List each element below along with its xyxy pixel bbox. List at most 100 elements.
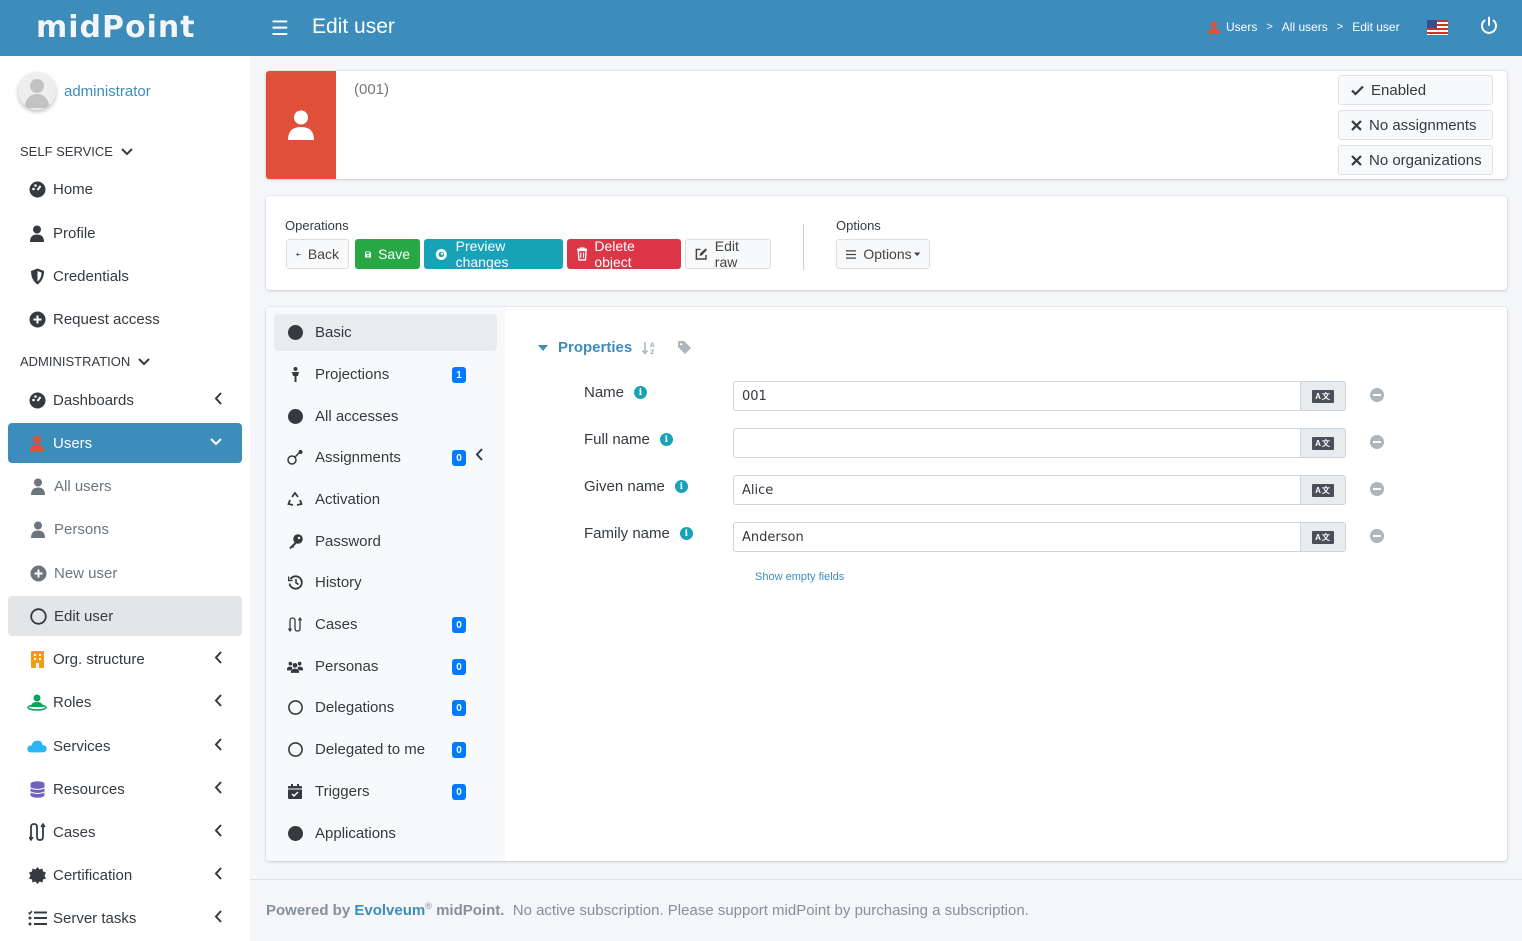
back-button[interactable]: Back — [286, 239, 349, 269]
user-details-panel: Basic Projections 1 All accesses Assignm… — [266, 307, 1507, 861]
field-label-name: Name i — [584, 384, 648, 401]
breadcrumb-all-users[interactable]: All users — [1282, 20, 1328, 34]
options-dropdown-button[interactable]: Options — [836, 239, 930, 269]
tab-activation[interactable]: Activation — [274, 481, 497, 518]
sidebar-item-server-tasks[interactable]: Server tasks — [8, 898, 242, 938]
caret-down-icon[interactable] — [538, 344, 548, 351]
sidebar-item-home[interactable]: Home — [8, 169, 242, 209]
building-icon — [27, 650, 47, 668]
nav-label: Credentials — [53, 267, 129, 285]
tab-triggers[interactable]: Triggers 0 — [274, 773, 497, 810]
save-button[interactable]: Save — [355, 239, 420, 269]
sidebar-item-all-users[interactable]: All users — [8, 466, 242, 506]
tab-delegated-to-me[interactable]: Delegated to me 0 — [274, 731, 497, 768]
remove-value-icon[interactable] — [1370, 388, 1384, 402]
polystring-translate-button[interactable]: A文 — [1301, 522, 1346, 552]
sidebar-item-profile[interactable]: Profile — [8, 213, 242, 253]
sidebar-item-new-user[interactable]: New user — [8, 553, 242, 593]
breadcrumb-separator: > — [1336, 21, 1344, 33]
properties-header[interactable]: Properties AZ — [538, 339, 692, 356]
tab-label: Password — [315, 533, 381, 550]
circle-icon — [28, 607, 48, 625]
tab-cases[interactable]: Cases 0 — [274, 606, 497, 643]
sidebar-item-edit-user[interactable]: Edit user — [8, 596, 242, 636]
sidebar-item-roles[interactable]: Roles — [8, 682, 242, 722]
sidebar-item-services[interactable]: Services — [8, 726, 242, 766]
save-icon — [365, 250, 372, 258]
page-title: Edit user — [312, 15, 395, 38]
edit-raw-button[interactable]: Edit raw — [685, 238, 771, 270]
section-self-service[interactable]: SELF SERVICE — [20, 144, 133, 159]
full-name-input[interactable] — [733, 428, 1301, 458]
preview-changes-button[interactable]: Preview changes — [424, 238, 563, 270]
remove-value-icon[interactable] — [1370, 482, 1384, 496]
tab-delegations[interactable]: Delegations 0 — [274, 689, 497, 726]
status-tag-no-organizations: No organizations — [1338, 145, 1493, 175]
sidebar-item-request-access[interactable]: Request access — [8, 299, 242, 339]
given-name-input[interactable] — [733, 475, 1301, 505]
menu-toggle-icon[interactable]: ☰ — [271, 16, 289, 41]
count-badge: 0 — [452, 784, 466, 800]
info-icon[interactable]: i — [634, 386, 648, 399]
polystring-translate-button[interactable]: A文 — [1301, 428, 1346, 458]
section-label: ADMINISTRATION — [20, 354, 131, 369]
cases-icon — [287, 617, 303, 632]
user-panel[interactable]: administrator — [18, 72, 151, 110]
sidebar-item-cases[interactable]: Cases — [8, 812, 242, 852]
tab-history[interactable]: History — [274, 564, 497, 601]
info-icon[interactable]: i — [674, 480, 688, 493]
remove-value-icon[interactable] — [1370, 435, 1384, 449]
sidebar-item-users[interactable]: Users — [8, 423, 242, 463]
top-navbar: midPoint ☰ Edit user Users > All users > E… — [0, 0, 1522, 56]
evolveum-link[interactable]: Evolveum — [354, 902, 425, 919]
remove-value-icon[interactable] — [1370, 529, 1384, 543]
circle-icon — [287, 700, 303, 715]
nav-label: Resources — [53, 780, 125, 798]
sidebar-item-org-structure[interactable]: Org. structure — [8, 639, 242, 679]
registered-mark: ® — [425, 901, 432, 911]
tab-basic[interactable]: Basic — [274, 314, 497, 351]
tab-label: Basic — [315, 324, 352, 341]
tab-label: Projections — [315, 366, 390, 383]
nav-label: Dashboards — [53, 391, 134, 409]
chevron-down-icon — [121, 147, 133, 155]
sort-alpha-icon[interactable]: AZ — [642, 341, 656, 355]
tab-projections[interactable]: Projections 1 — [274, 356, 497, 393]
info-icon[interactable]: i — [679, 527, 693, 540]
sidebar-item-certification[interactable]: Certification — [8, 855, 242, 895]
us-flag-icon[interactable] — [1427, 20, 1448, 35]
polystring-translate-button[interactable]: A文 — [1301, 381, 1346, 411]
breadcrumb-users[interactable]: Users — [1226, 20, 1257, 34]
user-name[interactable]: administrator — [64, 83, 151, 100]
chevron-left-icon[interactable] — [475, 448, 483, 461]
caret-down-icon — [913, 252, 920, 256]
tag-icon[interactable] — [678, 341, 692, 354]
label-text: Family name — [584, 525, 670, 542]
tab-personas[interactable]: Personas 0 — [274, 648, 497, 685]
sidebar-item-persons[interactable]: Persons — [8, 509, 242, 549]
midpoint-logo[interactable]: midPoint — [36, 10, 196, 45]
section-administration[interactable]: ADMINISTRATION — [20, 354, 150, 369]
tab-assignments[interactable]: Assignments 0 — [274, 439, 497, 476]
tab-password[interactable]: Password — [274, 523, 497, 560]
power-icon[interactable] — [1478, 15, 1500, 37]
name-input[interactable] — [733, 381, 1301, 411]
status-tag-no-assignments: No assignments — [1338, 110, 1493, 140]
sidebar-item-credentials[interactable]: Credentials — [8, 256, 242, 296]
language-icon: A文 — [1312, 389, 1334, 403]
tab-label: Assignments — [315, 449, 401, 466]
tab-applications[interactable]: Applications — [274, 815, 497, 852]
tab-label: Personas — [315, 658, 379, 675]
sidebar-item-resources[interactable]: Resources — [8, 769, 242, 809]
sidebar-item-dashboards[interactable]: Dashboards — [8, 380, 242, 420]
tab-label: Activation — [315, 491, 381, 508]
role-icon — [27, 694, 47, 711]
tab-all-accesses[interactable]: All accesses — [274, 398, 497, 435]
label-text: Given name — [584, 478, 665, 495]
polystring-translate-button[interactable]: A文 — [1301, 475, 1346, 505]
family-name-input[interactable] — [733, 522, 1301, 552]
info-icon[interactable]: i — [659, 433, 673, 446]
nav-label: Org. structure — [53, 650, 145, 668]
delete-object-button[interactable]: Delete object — [567, 238, 681, 270]
show-empty-fields-link[interactable]: Show empty fields — [755, 571, 844, 583]
